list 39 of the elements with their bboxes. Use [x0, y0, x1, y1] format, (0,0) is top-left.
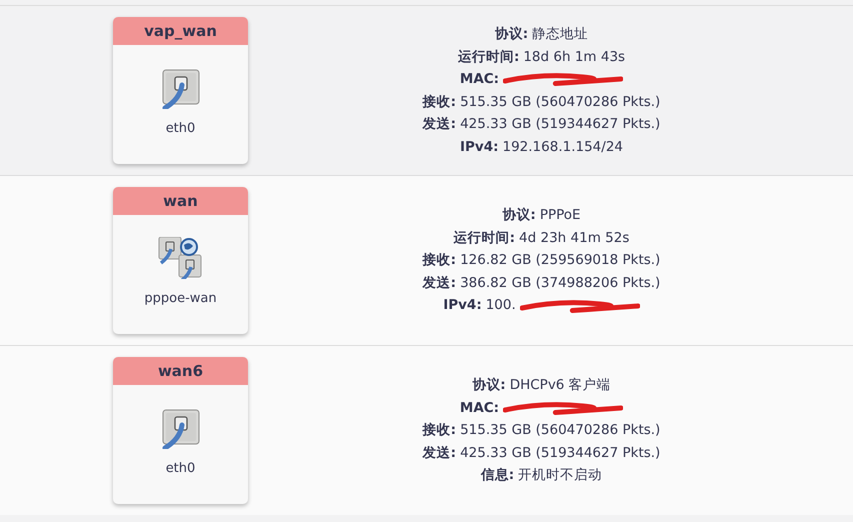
- detail-value: 静态地址: [532, 25, 588, 44]
- detail-value: 192.168.1.154/24: [502, 138, 623, 156]
- detail-label: 接收:: [422, 92, 456, 112]
- detail-label: 协议:: [494, 25, 528, 44]
- detail-label: 接收:: [422, 421, 456, 440]
- detail-value: 126.82 GB (259569018 Pkts.): [460, 251, 660, 270]
- network-ports-globe-icon: [156, 237, 204, 279]
- detail-label: 发送:: [422, 115, 456, 134]
- detail-value: 515.35 GB (560470286 Pkts.): [460, 92, 660, 112]
- detail-label: 运行时间:: [454, 228, 516, 248]
- detail-label: IPv4:: [460, 138, 498, 156]
- detail-label: 发送:: [422, 444, 456, 463]
- device-name: pppoe-wan: [144, 291, 217, 306]
- detail-label: MAC:: [460, 70, 500, 89]
- interface-name: vap_wan: [113, 17, 248, 45]
- detail-label: 发送:: [422, 274, 456, 293]
- detail-label: IPv4:: [443, 296, 482, 316]
- device-name: eth0: [166, 121, 196, 136]
- ethernet-port-icon: [160, 407, 202, 449]
- detail-value: 100.: [486, 296, 516, 316]
- detail-value: 425.33 GB (519344627 Pkts.): [460, 444, 660, 463]
- detail-value: DHCPv6 客户端: [510, 376, 611, 396]
- detail-label: 协议:: [502, 206, 536, 226]
- detail-label: 接收:: [422, 251, 456, 270]
- detail-label: 信息:: [480, 466, 514, 486]
- detail-label: MAC:: [460, 398, 500, 418]
- detail-value: 515.35 GB (560470286 Pkts.): [460, 421, 660, 440]
- detail-label: 协议:: [472, 376, 506, 396]
- device-name: eth0: [166, 461, 196, 476]
- interface-name: wan: [113, 187, 248, 215]
- detail-value: 4d 23h 41m 52s: [519, 228, 630, 248]
- detail-value: 386.82 GB (374988206 Pkts.): [460, 274, 660, 293]
- detail-label: 运行时间:: [458, 48, 520, 66]
- interface-name: wan6: [113, 357, 248, 385]
- detail-value: PPPoE: [540, 206, 581, 226]
- ethernet-port-icon: [160, 67, 202, 109]
- detail-value: 开机时不启动: [518, 466, 602, 486]
- detail-value: 18d 6h 1m 43s: [523, 48, 626, 66]
- detail-value: 425.33 GB (519344627 Pkts.): [460, 115, 660, 134]
